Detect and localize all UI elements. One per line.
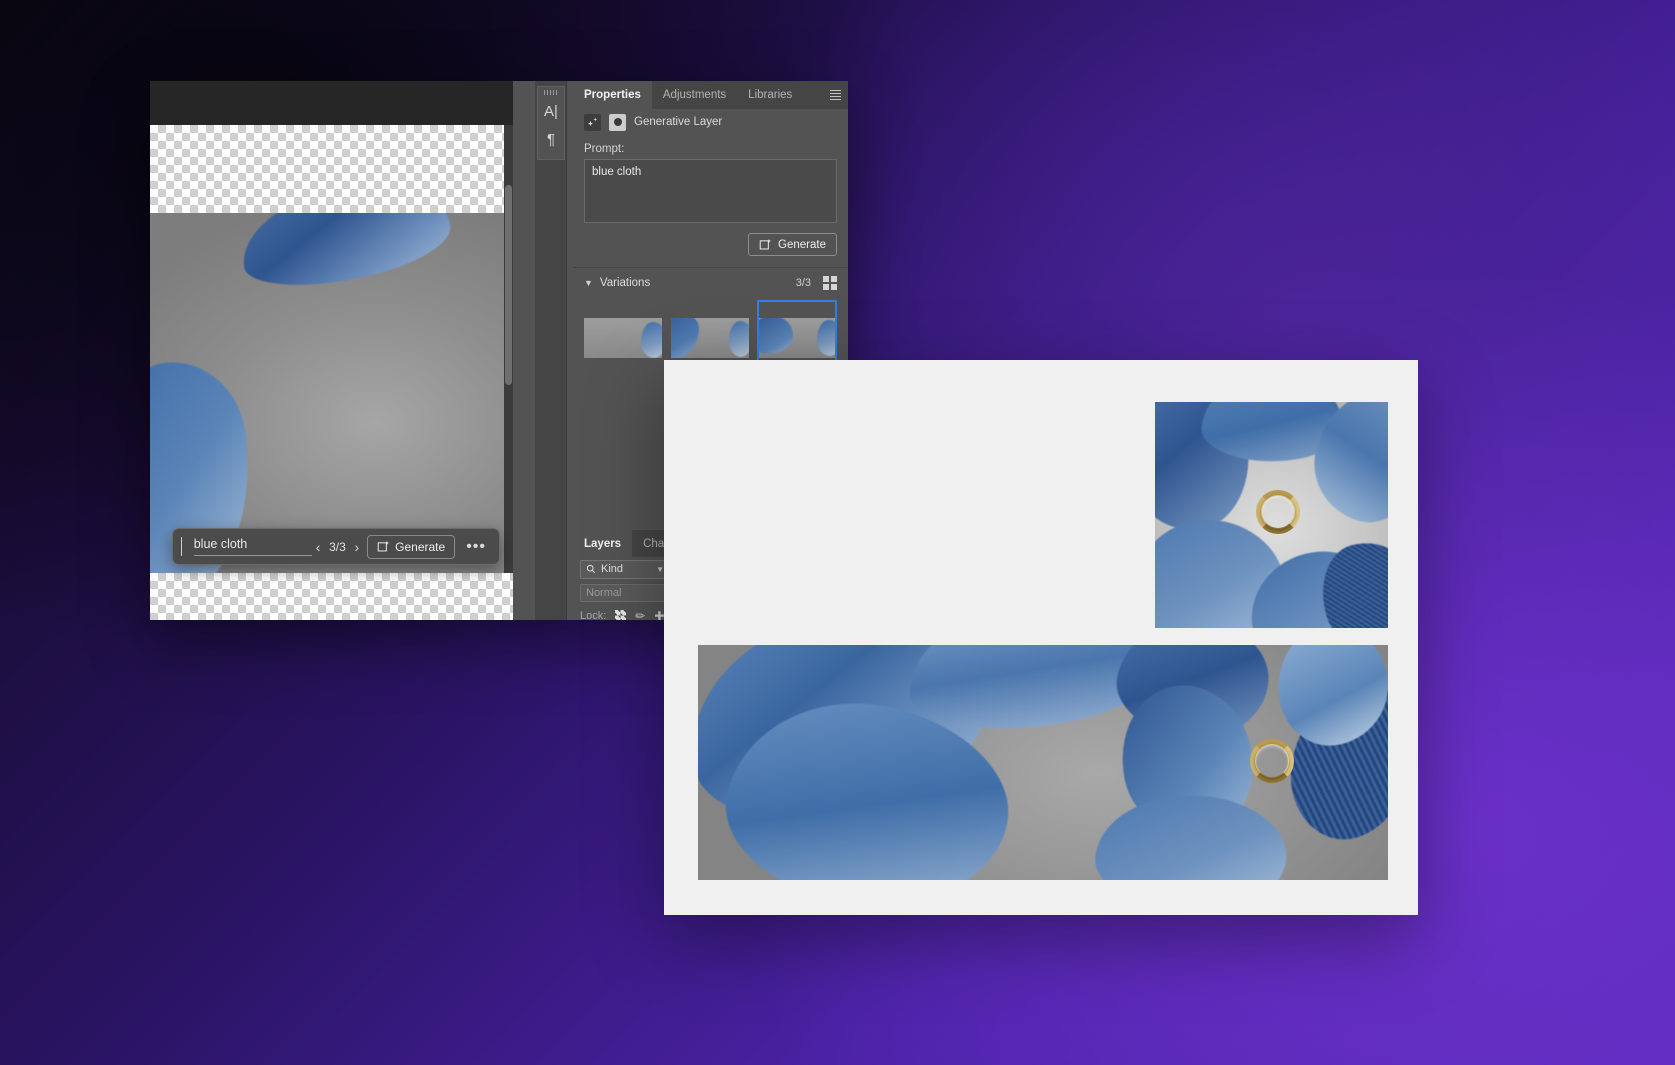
properties-generate-button[interactable]: Generate: [748, 233, 837, 256]
canvas-artwork: [150, 213, 513, 573]
gold-ring: [1256, 490, 1300, 534]
icon-dock: A| ¶: [535, 81, 567, 620]
taskbar-more-options-button[interactable]: •••: [461, 538, 491, 556]
variation-item[interactable]: [584, 300, 663, 376]
sparkle-icon: [587, 117, 597, 126]
canvas-vertical-scrollbar[interactable]: [504, 125, 513, 573]
prompt-textarea[interactable]: blue cloth: [584, 159, 837, 223]
grid-view-icon[interactable]: [823, 276, 837, 290]
blend-mode-value: Normal: [586, 586, 622, 599]
search-icon: [586, 564, 596, 574]
document-canvas[interactable]: blue cloth ‹ 3/3 › Generate •••: [150, 81, 513, 620]
variations-count: 3/3: [795, 277, 811, 289]
taskbar-generate-label: Generate: [395, 539, 446, 554]
variations-header[interactable]: ▼ Variations 3/3: [573, 268, 848, 296]
gold-ring: [1250, 739, 1294, 783]
generate-sparkle-icon: [377, 540, 390, 552]
layer-mask-icon: [609, 113, 626, 131]
variation-thumbnail: [759, 318, 835, 358]
generative-layer-label: Generative Layer: [634, 116, 723, 128]
canvas-top-bar: [150, 81, 513, 125]
preview-board: [664, 360, 1418, 915]
lock-transparent-pixels-icon[interactable]: [615, 610, 627, 620]
preview-image-wide: [698, 645, 1388, 880]
lock-image-pixels-icon[interactable]: ✏: [635, 609, 645, 621]
transparency-checker-bottom: [150, 573, 513, 620]
taskbar-generate-button[interactable]: Generate: [367, 534, 456, 559]
cloth-shape-top: [233, 213, 457, 296]
layer-kind-select[interactable]: Kind ▼: [580, 559, 670, 579]
prompt-label: Prompt:: [584, 143, 625, 155]
variation-thumbnail: [584, 318, 663, 358]
variation-thumbnail: [670, 318, 749, 358]
generative-layer-header: Generative Layer: [573, 109, 848, 135]
chevron-down-icon[interactable]: ▼: [584, 278, 593, 288]
generate-button-row: Generate: [573, 223, 848, 267]
lock-position-icon[interactable]: ✚: [654, 609, 664, 621]
properties-panel-menu-icon[interactable]: [826, 81, 844, 109]
tab-libraries[interactable]: Libraries: [737, 81, 804, 109]
tab-layers[interactable]: Layers: [573, 530, 633, 557]
chevron-down-icon: ▼: [656, 564, 664, 574]
tab-adjustments[interactable]: Adjustments: [651, 81, 738, 109]
previous-variation-button[interactable]: ‹: [316, 536, 321, 558]
variations-title: Variations: [599, 277, 651, 289]
contextual-taskbar[interactable]: blue cloth ‹ 3/3 › Generate •••: [172, 528, 500, 565]
properties-tab-row: Properties Adjustments Libraries: [573, 81, 848, 109]
generative-layer-icon: [584, 113, 601, 131]
taskbar-prompt-input[interactable]: blue cloth: [193, 537, 312, 556]
taskbar-variation-count: 3/3: [329, 539, 346, 554]
taskbar-drag-handle[interactable]: [181, 537, 182, 556]
tab-properties[interactable]: Properties: [573, 81, 652, 109]
transparency-checker-top: [150, 125, 513, 213]
next-variation-button[interactable]: ›: [354, 536, 359, 558]
paragraph-panel-icon[interactable]: ¶: [547, 125, 555, 153]
layer-kind-value: Kind: [601, 563, 624, 575]
dock-drag-handle[interactable]: [543, 90, 559, 95]
properties-generate-label: Generate: [778, 238, 826, 251]
generate-sparkle-icon: [759, 238, 771, 250]
lock-label: Lock:: [580, 609, 607, 621]
character-panel-icon[interactable]: A|: [544, 97, 558, 125]
icon-dock-group: A| ¶: [537, 86, 565, 160]
preview-image-square: [1155, 402, 1388, 628]
